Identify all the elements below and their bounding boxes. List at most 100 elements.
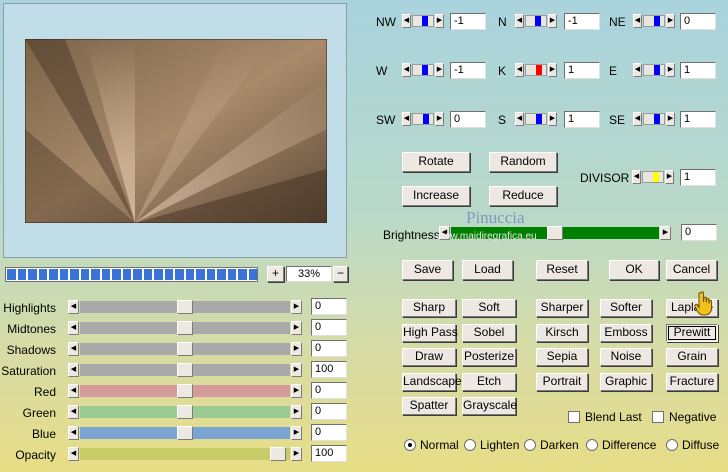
slider-track[interactable] xyxy=(80,300,290,314)
preset-grain-button[interactable]: Grain xyxy=(666,348,718,366)
preset-prewitt-button[interactable]: Prewitt xyxy=(666,323,718,342)
green-slider-thumb[interactable] xyxy=(177,405,193,419)
reset-button[interactable]: Reset xyxy=(536,260,588,280)
preset-sharper-button[interactable]: Sharper xyxy=(536,299,588,317)
kernel-slider-w-thumb[interactable] xyxy=(421,65,428,75)
arrow-right-icon[interactable]: ▶ xyxy=(666,14,675,28)
arrow-right-icon[interactable]: ▶ xyxy=(291,384,302,398)
kernel-slider-k[interactable]: ◀ ▶ xyxy=(515,63,557,77)
arrow-right-icon[interactable]: ▶ xyxy=(548,14,557,28)
kernel-field-s[interactable]: 1 xyxy=(564,111,600,128)
zoom-in-button[interactable]: + xyxy=(267,266,284,282)
preset-kirsch-button[interactable]: Kirsch xyxy=(536,323,588,342)
preset-portrait-button[interactable]: Portrait xyxy=(536,372,588,391)
arrow-left-icon[interactable]: ◀ xyxy=(68,321,79,335)
preset-sepia-button[interactable]: Sepia xyxy=(536,348,588,366)
negative-checkbox[interactable] xyxy=(652,411,664,423)
preset-high-pass-button[interactable]: High Pass xyxy=(402,323,458,342)
arrow-left-icon[interactable]: ◀ xyxy=(632,170,641,184)
green-field[interactable]: 0 xyxy=(311,403,347,420)
rotate-button[interactable]: Rotate xyxy=(402,152,470,172)
arrow-left-icon[interactable]: ◀ xyxy=(633,63,642,77)
preset-softer-button[interactable]: Softer xyxy=(600,299,652,317)
increase-button[interactable]: Increase xyxy=(402,186,470,206)
opacity-slider-thumb[interactable] xyxy=(270,447,286,461)
slider-track[interactable] xyxy=(643,15,665,27)
slider-track[interactable] xyxy=(80,363,290,377)
arrow-right-icon[interactable]: ▶ xyxy=(548,112,557,126)
opacity-slider[interactable]: ◀ ▶ xyxy=(68,447,302,461)
slider-track[interactable] xyxy=(412,64,434,76)
slider-track[interactable] xyxy=(80,447,290,461)
preset-fracture-button[interactable]: Fracture xyxy=(666,372,718,391)
arrow-right-icon[interactable]: ▶ xyxy=(291,363,302,377)
arrow-left-icon[interactable]: ◀ xyxy=(68,447,79,461)
saturation-slider[interactable]: ◀ ▶ xyxy=(68,363,302,377)
mode-darken-radio[interactable] xyxy=(524,439,536,451)
divisor-slider[interactable]: ◀ ▶ xyxy=(632,170,674,184)
slider-track[interactable] xyxy=(643,64,665,76)
kernel-field-ne[interactable]: 0 xyxy=(680,13,716,30)
arrow-right-icon[interactable]: ▶ xyxy=(291,447,302,461)
brightness-field[interactable]: 0 xyxy=(681,224,717,241)
kernel-slider-ne[interactable]: ◀ ▶ xyxy=(633,14,675,28)
preview-image[interactable] xyxy=(25,39,327,223)
kernel-field-se[interactable]: 1 xyxy=(680,111,716,128)
arrow-left-icon[interactable]: ◀ xyxy=(68,426,79,440)
opacity-field[interactable]: 100 xyxy=(311,445,347,462)
slider-track[interactable] xyxy=(80,321,290,335)
arrow-right-icon[interactable]: ▶ xyxy=(666,63,675,77)
arrow-left-icon[interactable]: ◀ xyxy=(68,405,79,419)
kernel-slider-nw[interactable]: ◀ ▶ xyxy=(402,14,444,28)
slider-track[interactable] xyxy=(412,15,434,27)
kernel-field-w[interactable]: -1 xyxy=(450,62,486,79)
arrow-left-icon[interactable]: ◀ xyxy=(515,14,524,28)
random-button[interactable]: Random xyxy=(489,152,557,172)
kernel-slider-ne-thumb[interactable] xyxy=(653,16,660,26)
green-slider[interactable]: ◀ ▶ xyxy=(68,405,302,419)
preset-sobel-button[interactable]: Sobel xyxy=(462,323,516,342)
zoom-level-field[interactable]: 33% xyxy=(286,266,332,282)
preset-sharp-button[interactable]: Sharp xyxy=(402,299,456,317)
kernel-field-sw[interactable]: 0 xyxy=(450,111,486,128)
midtones-slider[interactable]: ◀ ▶ xyxy=(68,321,302,335)
arrow-right-icon[interactable]: ▶ xyxy=(291,300,302,314)
divisor-slider-thumb[interactable] xyxy=(652,172,659,182)
blue-slider[interactable]: ◀ ▶ xyxy=(68,426,302,440)
preset-graphic-button[interactable]: Graphic xyxy=(600,372,652,391)
arrow-left-icon[interactable]: ◀ xyxy=(633,112,642,126)
shadows-field[interactable]: 0 xyxy=(311,340,347,357)
slider-track[interactable] xyxy=(525,113,547,125)
kernel-slider-sw-thumb[interactable] xyxy=(422,114,429,124)
arrow-left-icon[interactable]: ◀ xyxy=(515,63,524,77)
kernel-slider-s-thumb[interactable] xyxy=(535,114,542,124)
saturation-field[interactable]: 100 xyxy=(311,361,347,378)
save-button[interactable]: Save xyxy=(402,260,453,280)
slider-track[interactable] xyxy=(80,384,290,398)
highlights-field[interactable]: 0 xyxy=(311,298,347,315)
mode-difference-radio[interactable] xyxy=(586,439,598,451)
arrow-left-icon[interactable]: ◀ xyxy=(633,14,642,28)
red-slider[interactable]: ◀ ▶ xyxy=(68,384,302,398)
arrow-right-icon[interactable]: ▶ xyxy=(291,426,302,440)
midtones-field[interactable]: 0 xyxy=(311,319,347,336)
slider-track[interactable] xyxy=(80,342,290,356)
preset-grayscale-button[interactable]: Grayscale xyxy=(462,397,517,415)
kernel-field-nw[interactable]: -1 xyxy=(450,13,486,30)
divisor-field[interactable]: 1 xyxy=(680,169,716,186)
kernel-slider-nw-thumb[interactable] xyxy=(421,16,428,26)
kernel-slider-e-thumb[interactable] xyxy=(653,65,660,75)
mode-lighten-radio[interactable] xyxy=(464,439,476,451)
blend-last-checkbox[interactable] xyxy=(568,411,580,423)
slider-track[interactable] xyxy=(80,426,290,440)
arrow-left-icon[interactable]: ◀ xyxy=(402,112,411,126)
blue-slider-thumb[interactable] xyxy=(177,426,193,440)
arrow-right-icon[interactable]: ▶ xyxy=(665,170,674,184)
kernel-slider-e[interactable]: ◀ ▶ xyxy=(633,63,675,77)
brightness-slider-thumb[interactable] xyxy=(547,226,563,240)
slider-track[interactable] xyxy=(80,405,290,419)
arrow-right-icon[interactable]: ▶ xyxy=(291,321,302,335)
kernel-slider-s[interactable]: ◀ ▶ xyxy=(515,112,557,126)
preset-etch-button[interactable]: Etch xyxy=(462,372,516,391)
slider-track[interactable] xyxy=(412,113,434,125)
